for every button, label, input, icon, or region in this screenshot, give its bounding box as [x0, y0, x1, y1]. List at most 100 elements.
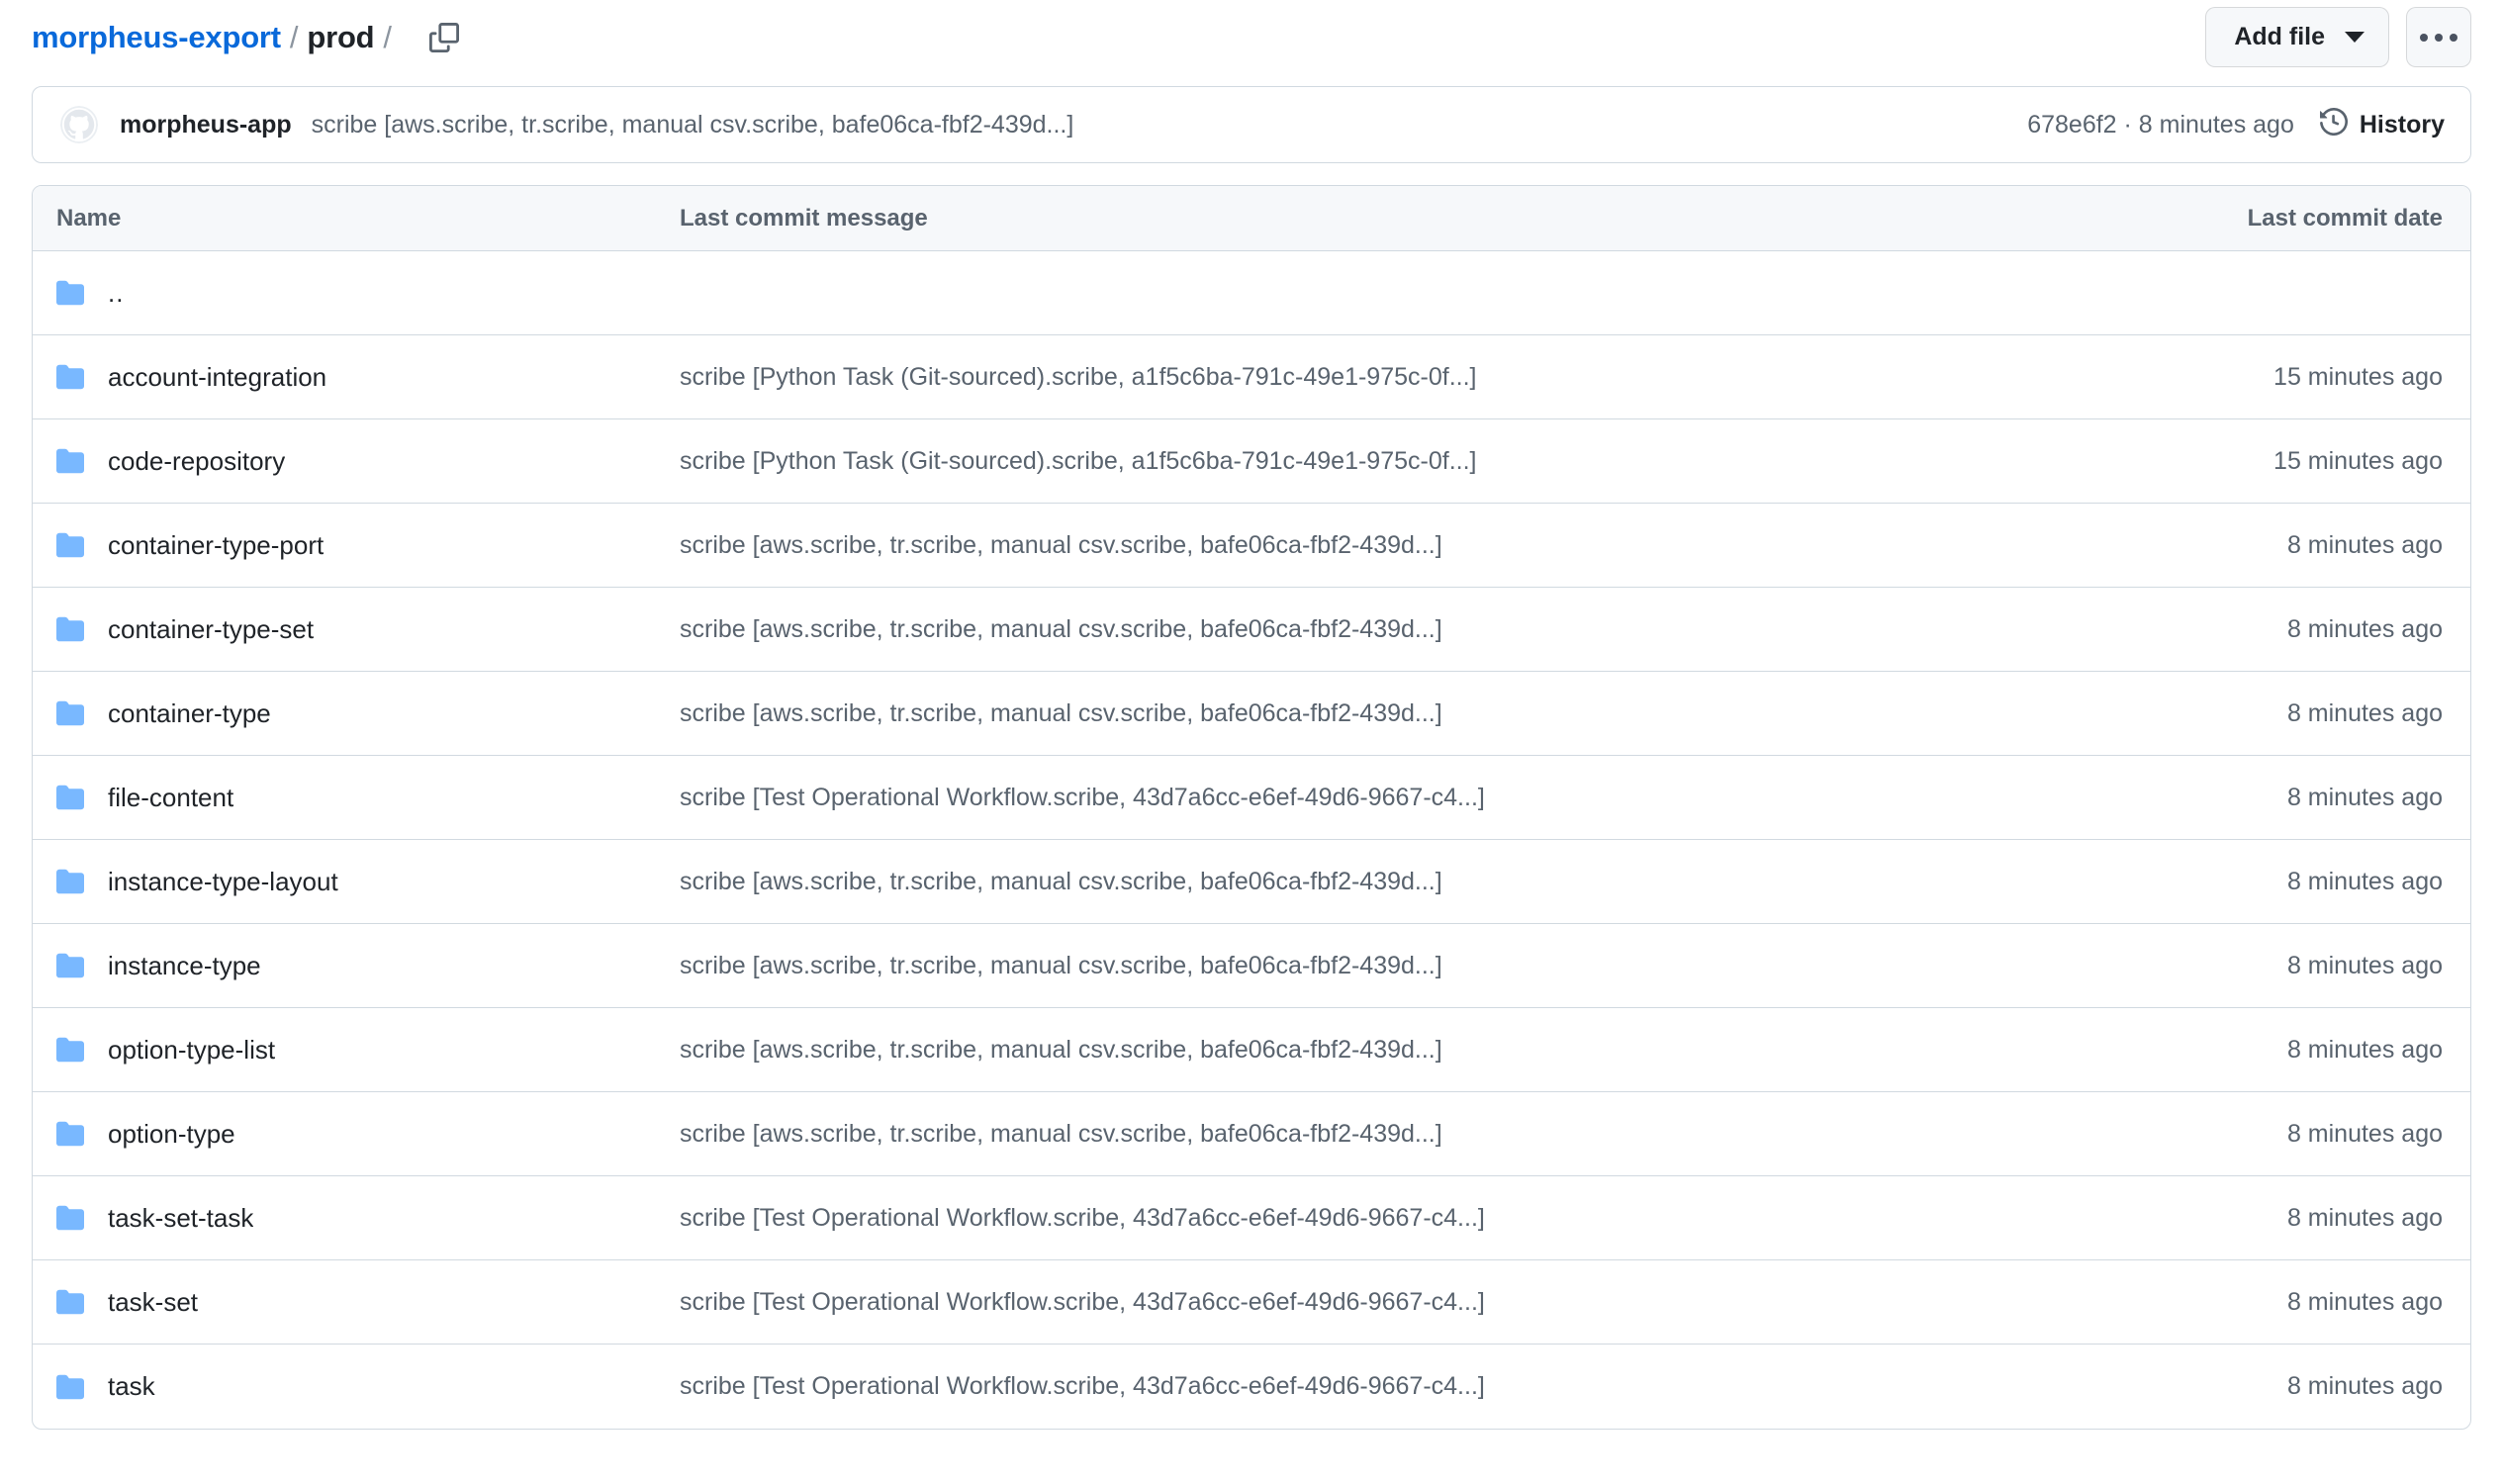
commit-message[interactable]: scribe [aws.scribe, tr.scribe, manual cs…	[312, 111, 1074, 139]
file-row-commit-message[interactable]: scribe [aws.scribe, tr.scribe, manual cs…	[680, 699, 2146, 728]
folder-icon	[56, 447, 84, 475]
file-row-commit-date: 8 minutes ago	[2146, 868, 2443, 896]
kebab-horizontal-icon	[2435, 34, 2443, 42]
file-row-name-cell: container-type-port	[56, 530, 680, 561]
table-row[interactable]: container-type-port scribe [aws.scribe, t…	[33, 504, 2470, 588]
column-header-name: Name	[56, 205, 680, 232]
file-row-commit-date: 8 minutes ago	[2146, 1120, 2443, 1149]
folder-icon	[56, 1120, 84, 1148]
file-row-name-cell: option-type	[56, 1119, 680, 1150]
breadcrumb-current-folder[interactable]: prod	[307, 20, 374, 55]
file-row-name-link[interactable]: instance-type	[108, 951, 261, 981]
breadcrumb-separator-trailing: /	[383, 20, 391, 55]
table-row[interactable]: instance-type-layout scribe [aws.scribe, …	[33, 840, 2470, 924]
table-row[interactable]: code-repository scribe [Python Task (Git-…	[33, 419, 2470, 504]
history-clock-icon	[2320, 108, 2348, 142]
file-row-commit-message[interactable]: scribe [Test Operational Workflow.scribe…	[680, 1372, 2146, 1401]
file-row-name-cell: option-type-list	[56, 1035, 680, 1066]
file-row-commit-date: 8 minutes ago	[2146, 1204, 2443, 1233]
table-row[interactable]: instance-type scribe [aws.scribe, tr.scri…	[33, 924, 2470, 1008]
folder-icon	[56, 868, 84, 895]
file-table-header: Name Last commit message Last commit dat…	[33, 186, 2470, 251]
folder-icon	[56, 1204, 84, 1232]
table-row[interactable]: container-type-set scribe [aws.scribe, tr…	[33, 588, 2470, 672]
folder-icon	[56, 363, 84, 391]
file-row-name-link[interactable]: code-repository	[108, 446, 285, 477]
file-row-commit-message[interactable]: scribe [Python Task (Git-sourced).scribe…	[680, 447, 2146, 476]
file-row-commit-date: 8 minutes ago	[2146, 1036, 2443, 1065]
commit-author[interactable]: morpheus-app	[120, 111, 292, 139]
commit-hash-and-time[interactable]: 678e6f2 · 8 minutes ago	[2027, 111, 2294, 139]
table-row[interactable]: option-type-list scribe [aws.scribe, tr.s…	[33, 1008, 2470, 1092]
folder-icon	[56, 1373, 84, 1401]
column-header-last-commit-date: Last commit date	[2146, 205, 2443, 232]
breadcrumb-repo-link[interactable]: morpheus-export	[32, 20, 281, 55]
header-actions: Add file	[2205, 7, 2471, 67]
folder-icon	[56, 952, 84, 979]
file-table: Name Last commit message Last commit dat…	[32, 185, 2471, 1430]
more-options-button[interactable]	[2406, 7, 2471, 67]
file-row-commit-date: 8 minutes ago	[2146, 952, 2443, 980]
file-row-name-link[interactable]: task	[108, 1371, 155, 1402]
folder-icon	[56, 1036, 84, 1064]
file-row-commit-message[interactable]: scribe [aws.scribe, tr.scribe, manual cs…	[680, 868, 2146, 896]
commit-meta-group: 678e6f2 · 8 minutes ago History	[1997, 108, 2445, 142]
column-header-last-commit-message: Last commit message	[680, 205, 2146, 232]
copy-path-icon[interactable]	[422, 16, 466, 59]
file-row-name-cell: account-integration	[56, 362, 680, 393]
file-row-commit-message[interactable]: scribe [Python Task (Git-sourced).scribe…	[680, 363, 2146, 392]
table-row[interactable]: task scribe [Test Operational Workflow.sc…	[33, 1345, 2470, 1429]
file-row-commit-date: 8 minutes ago	[2146, 784, 2443, 812]
file-row-commit-message[interactable]: scribe [Test Operational Workflow.scribe…	[680, 1204, 2146, 1233]
octocat-avatar	[60, 106, 98, 143]
file-row-commit-date: 8 minutes ago	[2146, 531, 2443, 560]
file-row-commit-message[interactable]: scribe [aws.scribe, tr.scribe, manual cs…	[680, 615, 2146, 644]
table-row[interactable]: task-set-task scribe [Test Operational Wo…	[33, 1176, 2470, 1260]
latest-commit-bar: morpheus-app scribe [aws.scribe, tr.scri…	[32, 86, 2471, 163]
file-row-name-cell: container-type	[56, 698, 680, 729]
file-row-commit-message[interactable]: scribe [aws.scribe, tr.scribe, manual cs…	[680, 952, 2146, 980]
file-row-name-cell: task	[56, 1371, 680, 1402]
table-row[interactable]: option-type scribe [aws.scribe, tr.scribe…	[33, 1092, 2470, 1176]
file-row-name-link[interactable]: option-type-list	[108, 1035, 275, 1066]
file-row-commit-message[interactable]: scribe [Test Operational Workflow.scribe…	[680, 784, 2146, 812]
file-row-name-link[interactable]: container-type-port	[108, 530, 324, 561]
file-row-name-cell: ..	[56, 278, 680, 309]
kebab-horizontal-icon	[2420, 34, 2428, 42]
folder-icon	[56, 1288, 84, 1316]
file-row-commit-date: 8 minutes ago	[2146, 1288, 2443, 1317]
chevron-down-icon	[2345, 32, 2364, 43]
file-row-commit-date: 8 minutes ago	[2146, 615, 2443, 644]
file-row-name-link[interactable]: account-integration	[108, 362, 326, 393]
table-row[interactable]: file-content scribe [Test Operational Wor…	[33, 756, 2470, 840]
file-row-name-cell: instance-type	[56, 951, 680, 981]
file-row-name-cell: task-set-task	[56, 1203, 680, 1234]
add-file-button[interactable]: Add file	[2205, 7, 2389, 67]
file-row-name-cell: file-content	[56, 783, 680, 813]
file-row-commit-message[interactable]: scribe [aws.scribe, tr.scribe, manual cs…	[680, 531, 2146, 560]
file-row-name-link[interactable]: task-set-task	[108, 1203, 253, 1234]
file-row-name-link[interactable]: container-type-set	[108, 614, 314, 645]
history-button[interactable]: History	[2320, 108, 2445, 142]
table-row[interactable]: ..	[33, 251, 2470, 335]
table-row[interactable]: container-type scribe [aws.scribe, tr.scr…	[33, 672, 2470, 756]
repo-header: morpheus-export / prod / Add file	[32, 0, 2471, 74]
file-row-name-link[interactable]: option-type	[108, 1119, 235, 1150]
file-row-name-link[interactable]: instance-type-layout	[108, 867, 338, 897]
file-row-commit-message[interactable]: scribe [aws.scribe, tr.scribe, manual cs…	[680, 1036, 2146, 1065]
folder-icon	[56, 699, 84, 727]
file-row-name-link[interactable]: container-type	[108, 698, 271, 729]
file-row-commit-message[interactable]: scribe [aws.scribe, tr.scribe, manual cs…	[680, 1120, 2146, 1149]
folder-icon	[56, 784, 84, 811]
file-row-name-link[interactable]: ..	[108, 278, 124, 309]
file-table-body: .. account-integration scribe [Python Task…	[33, 251, 2470, 1429]
file-row-name-link[interactable]: file-content	[108, 783, 233, 813]
breadcrumb: morpheus-export / prod /	[32, 16, 466, 59]
add-file-label: Add file	[2234, 23, 2325, 51]
file-row-commit-message[interactable]: scribe [Test Operational Workflow.scribe…	[680, 1288, 2146, 1317]
file-row-name-cell: code-repository	[56, 446, 680, 477]
file-row-name-link[interactable]: task-set	[108, 1287, 198, 1318]
table-row[interactable]: account-integration scribe [Python Task (…	[33, 335, 2470, 419]
table-row[interactable]: task-set scribe [Test Operational Workflo…	[33, 1260, 2470, 1345]
folder-icon	[56, 531, 84, 559]
